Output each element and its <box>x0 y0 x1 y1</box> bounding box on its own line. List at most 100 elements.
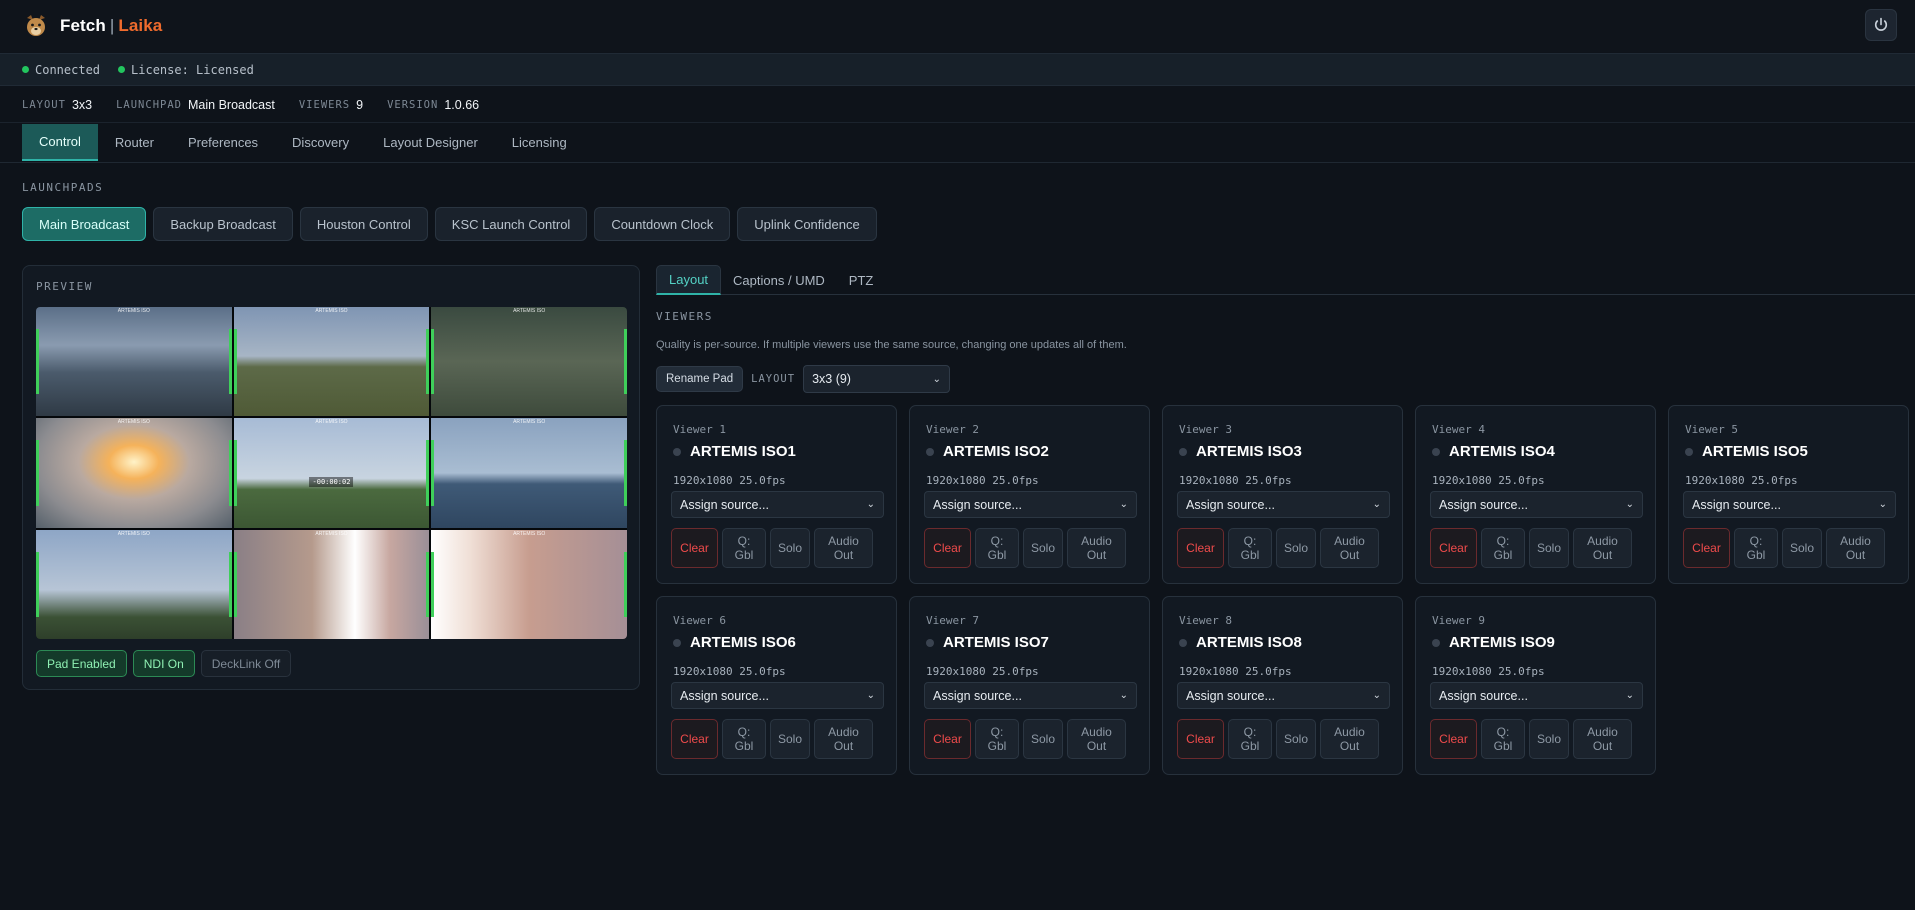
assign-source-select[interactable]: Assign source... ⌄ <box>1430 491 1643 518</box>
audio-out-button[interactable]: Audio Out <box>1826 528 1885 568</box>
quality-button-label: Q: Gbl <box>735 725 754 753</box>
tab-router[interactable]: Router <box>98 124 171 161</box>
quality-global-button[interactable]: Q: Gbl <box>975 528 1019 568</box>
tile-tag: ARTEMIS ISO <box>513 308 546 314</box>
quality-global-button[interactable]: Q: Gbl <box>1481 719 1525 759</box>
tab-preferences[interactable]: Preferences <box>171 124 275 161</box>
assign-source-select[interactable]: Assign source... ⌄ <box>1683 491 1896 518</box>
launchpad-uplink-confidence[interactable]: Uplink Confidence <box>737 207 877 241</box>
audio-out-button[interactable]: Audio Out <box>1067 719 1126 759</box>
viewer-name: ARTEMIS ISO3 <box>1179 443 1302 460</box>
audio-meter <box>233 551 237 618</box>
viewer-resolution: 1920x1080 25.0fps <box>1179 665 1292 678</box>
audio-out-button[interactable]: Audio Out <box>1320 719 1379 759</box>
quality-global-button[interactable]: Q: Gbl <box>722 528 766 568</box>
clear-button[interactable]: Clear <box>1430 528 1477 568</box>
launchpad-countdown-clock[interactable]: Countdown Clock <box>594 207 731 241</box>
viewer-label: Viewer 2 <box>926 423 979 436</box>
clear-button[interactable]: Clear <box>1177 528 1224 568</box>
quality-global-button[interactable]: Q: Gbl <box>1734 528 1778 568</box>
audio-button-label: Audio Out <box>1081 725 1112 753</box>
solo-button[interactable]: Solo <box>1529 719 1569 759</box>
clear-button[interactable]: Clear <box>1430 719 1477 759</box>
license-status-text: License: Licensed <box>131 62 254 77</box>
viewer-card: Viewer 4 ARTEMIS ISO4 1920x1080 25.0fps Ass… <box>1415 405 1656 584</box>
audio-out-button[interactable]: Audio Out <box>1320 528 1379 568</box>
launchpad-main-broadcast[interactable]: Main Broadcast <box>22 207 147 241</box>
quality-button-label: Q: Gbl <box>1494 725 1513 753</box>
quality-global-button[interactable]: Q: Gbl <box>975 719 1019 759</box>
subtab-captions-umd[interactable]: Captions / UMD <box>721 265 837 295</box>
quality-global-button[interactable]: Q: Gbl <box>722 719 766 759</box>
viewer-label: Viewer 1 <box>673 423 726 436</box>
viewer-resolution: 1920x1080 25.0fps <box>1432 474 1545 487</box>
clear-button[interactable]: Clear <box>924 719 971 759</box>
audio-out-button[interactable]: Audio Out <box>814 719 873 759</box>
assign-source-select[interactable]: Assign source... ⌄ <box>1430 682 1643 709</box>
viewer-actions: Clear Q: Gbl Solo Audio Out <box>1177 719 1379 759</box>
clear-button[interactable]: Clear <box>1177 719 1224 759</box>
audio-out-button[interactable]: Audio Out <box>1573 528 1632 568</box>
pad-enabled-toggle[interactable]: Pad Enabled <box>36 650 127 677</box>
assign-source-select[interactable]: Assign source... ⌄ <box>1177 491 1390 518</box>
decklink-toggle[interactable]: DeckLink Off <box>200 650 292 677</box>
assign-source-select[interactable]: Assign source... ⌄ <box>924 491 1137 518</box>
assign-source-value: Assign source... <box>680 688 769 703</box>
ndi-toggle[interactable]: NDI On <box>132 650 195 677</box>
solo-button[interactable]: Solo <box>1023 528 1063 568</box>
quality-label-line1: Q: <box>737 534 751 548</box>
viewer-actions: Clear Q: Gbl Solo Audio Out <box>671 528 873 568</box>
viewer-card: Viewer 6 ARTEMIS ISO6 1920x1080 25.0fps Ass… <box>656 596 897 775</box>
clear-button[interactable]: Clear <box>671 719 718 759</box>
viewer-card: Viewer 5 ARTEMIS ISO5 1920x1080 25.0fps Ass… <box>1668 405 1909 584</box>
launchpad-backup-broadcast[interactable]: Backup Broadcast <box>153 207 293 241</box>
viewer-status-dot-icon <box>926 447 934 456</box>
tab-layout-designer[interactable]: Layout Designer <box>366 124 495 161</box>
launchpad-list: Main Broadcast Backup Broadcast Houston … <box>22 207 877 241</box>
quality-label-line1: Q: <box>1243 534 1257 548</box>
assign-source-select[interactable]: Assign source... ⌄ <box>924 682 1137 709</box>
tab-discovery[interactable]: Discovery <box>275 124 366 161</box>
assign-source-select[interactable]: Assign source... ⌄ <box>671 682 884 709</box>
viewer-actions: Clear Q: Gbl Solo Audio Out <box>924 528 1126 568</box>
subtab-layout[interactable]: Layout <box>656 265 722 295</box>
assign-source-select[interactable]: Assign source... ⌄ <box>671 491 884 518</box>
audio-label-line1: Audio <box>1334 725 1365 739</box>
audio-out-button[interactable]: Audio Out <box>1573 719 1632 759</box>
rename-pad-button[interactable]: Rename Pad <box>656 366 744 392</box>
audio-out-button[interactable]: Audio Out <box>814 528 873 568</box>
layout-select[interactable]: 3x3 (9) ⌄ <box>803 365 951 393</box>
viewer-name-text: ARTEMIS ISO8 <box>1196 634 1302 651</box>
viewer-card: Viewer 9 ARTEMIS ISO9 1920x1080 25.0fps Ass… <box>1415 596 1656 775</box>
solo-button[interactable]: Solo <box>1276 719 1316 759</box>
viewer-actions: Clear Q: Gbl Solo Audio Out <box>1683 528 1885 568</box>
viewer-status-dot-icon <box>1432 447 1440 456</box>
tab-licensing[interactable]: Licensing <box>495 124 584 161</box>
assign-source-value: Assign source... <box>1439 497 1528 512</box>
solo-button[interactable]: Solo <box>1529 528 1569 568</box>
quality-global-button[interactable]: Q: Gbl <box>1228 528 1272 568</box>
preview-tile: ARTEMIS ISO <box>36 529 232 639</box>
power-button[interactable] <box>1865 9 1897 41</box>
quality-global-button[interactable]: Q: Gbl <box>1228 719 1272 759</box>
subtab-ptz[interactable]: PTZ <box>837 265 886 295</box>
clear-button[interactable]: Clear <box>671 528 718 568</box>
clear-button[interactable]: Clear <box>924 528 971 568</box>
assign-source-select[interactable]: Assign source... ⌄ <box>1177 682 1390 709</box>
tab-control[interactable]: Control <box>22 124 98 161</box>
solo-button[interactable]: Solo <box>1276 528 1316 568</box>
solo-button[interactable]: Solo <box>770 528 810 568</box>
solo-button[interactable]: Solo <box>770 719 810 759</box>
preview-timecode: -00:00:02 <box>309 476 354 487</box>
launchpad-houston-control[interactable]: Houston Control <box>299 207 428 241</box>
launchpads-heading: LAUNCHPADS <box>22 181 104 194</box>
clear-button[interactable]: Clear <box>1683 528 1730 568</box>
launchpad-ksc-launch-control[interactable]: KSC Launch Control <box>434 207 588 241</box>
viewer-name-text: ARTEMIS ISO1 <box>690 443 796 460</box>
preview-heading: PREVIEW <box>36 280 93 293</box>
audio-out-button[interactable]: Audio Out <box>1067 528 1126 568</box>
quality-global-button[interactable]: Q: Gbl <box>1481 528 1525 568</box>
preview-panel: PREVIEW ARTEMIS ISO ARTEMIS ISO ARTEMIS … <box>22 265 640 690</box>
solo-button[interactable]: Solo <box>1782 528 1822 568</box>
solo-button[interactable]: Solo <box>1023 719 1063 759</box>
